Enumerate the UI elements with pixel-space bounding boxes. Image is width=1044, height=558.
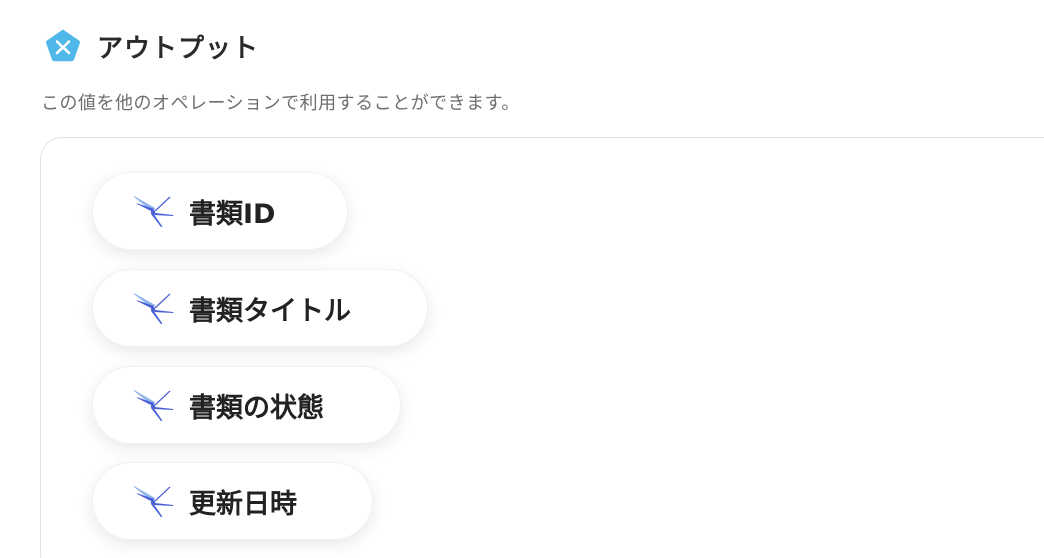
output-header: アウトプット	[43, 25, 259, 67]
dragonfly-icon	[133, 486, 174, 518]
output-item-document-status[interactable]: 書類の状態	[92, 366, 401, 444]
dragonfly-icon	[133, 196, 174, 228]
section-description: この値を他のオペレーションで利用することができます。	[41, 93, 520, 114]
output-page: アウトプット この値を他のオペレーションで利用することができます。 書類ID 書…	[0, 0, 1044, 558]
dragonfly-icon	[133, 293, 174, 325]
output-item-label: 書類ID	[189, 198, 276, 230]
output-item-document-id[interactable]: 書類ID	[92, 172, 348, 250]
output-item-document-title[interactable]: 書類タイトル	[92, 269, 428, 347]
output-item-label: 書類タイトル	[189, 295, 351, 327]
dragonfly-icon	[133, 390, 174, 422]
output-item-label: 更新日時	[189, 488, 297, 520]
section-title: アウトプット	[97, 33, 260, 64]
output-item-label: 書類の状態	[189, 392, 324, 424]
output-item-updated-at[interactable]: 更新日時	[92, 462, 373, 540]
yoom-x-pentagon-icon	[46, 29, 80, 62]
